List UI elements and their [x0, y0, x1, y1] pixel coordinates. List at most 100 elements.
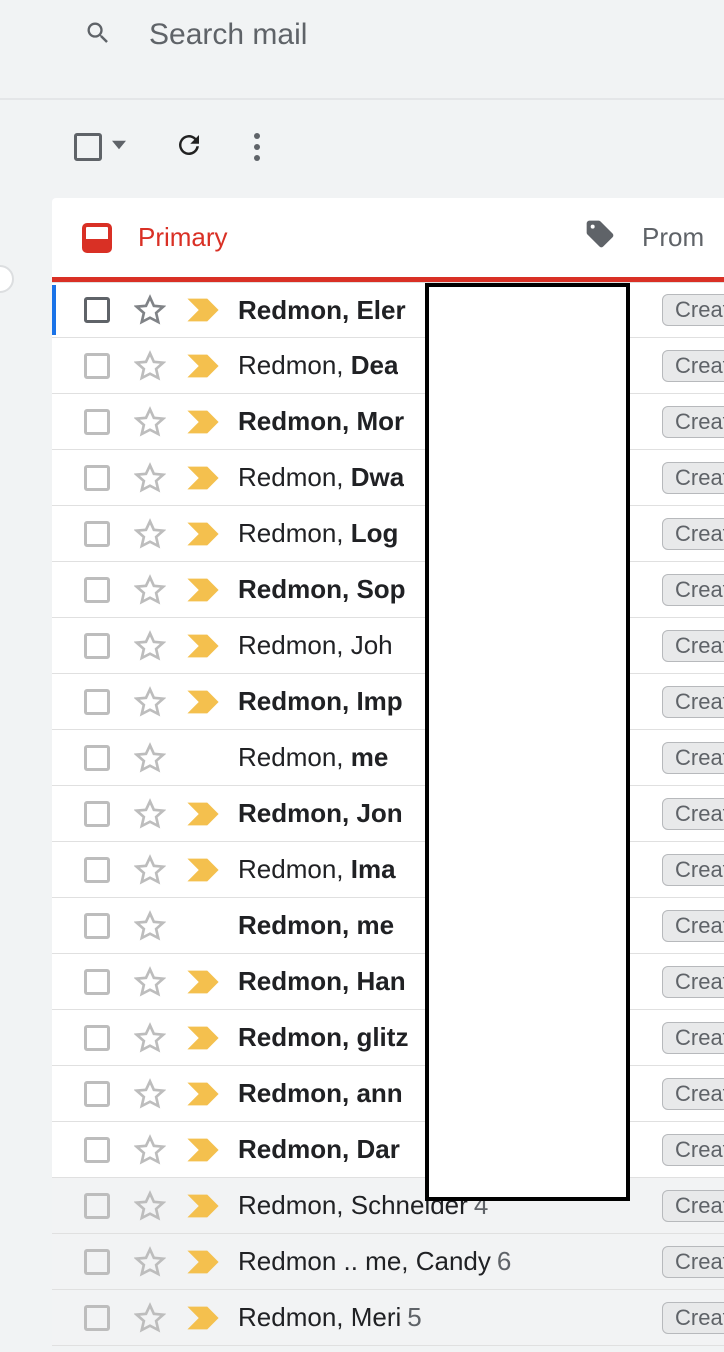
importance-marker-icon[interactable] — [186, 1249, 220, 1275]
category-tabs: Primary Prom — [52, 198, 724, 282]
importance-marker-icon[interactable] — [186, 1193, 220, 1219]
importance-marker-icon[interactable] — [186, 465, 220, 491]
search-input[interactable] — [147, 17, 627, 53]
divider — [0, 98, 724, 100]
row-checkbox[interactable] — [84, 297, 110, 323]
label-chip[interactable]: Creat — [662, 1134, 724, 1166]
star-icon[interactable] — [134, 350, 166, 382]
importance-marker-icon[interactable] — [186, 857, 220, 883]
star-icon[interactable] — [134, 574, 166, 606]
sender: Redmon, Log — [238, 518, 398, 549]
side-panel-toggle[interactable] — [0, 265, 14, 293]
importance-marker-icon[interactable] — [186, 969, 220, 995]
star-icon[interactable] — [134, 798, 166, 830]
sender: Redmon, glitz — [238, 1022, 408, 1053]
importance-marker-icon[interactable] — [186, 689, 220, 715]
email-row[interactable]: Redmon, Meri5Creat — [52, 1290, 724, 1346]
search-bar[interactable] — [52, 0, 724, 70]
label-chip[interactable]: Creat — [662, 350, 724, 382]
star-icon[interactable] — [134, 1022, 166, 1054]
importance-marker-icon[interactable] — [186, 633, 220, 659]
toolbar — [74, 118, 260, 176]
label-chip[interactable]: Creat — [662, 1022, 724, 1054]
star-icon[interactable] — [134, 966, 166, 998]
label-chip[interactable]: Creat — [662, 742, 724, 774]
row-checkbox[interactable] — [84, 1193, 110, 1219]
star-icon[interactable] — [134, 910, 166, 942]
row-checkbox[interactable] — [84, 633, 110, 659]
row-checkbox[interactable] — [84, 577, 110, 603]
label-chip[interactable]: Creat — [662, 630, 724, 662]
star-icon[interactable] — [134, 406, 166, 438]
row-checkbox[interactable] — [84, 465, 110, 491]
row-checkbox[interactable] — [84, 857, 110, 883]
importance-marker-icon[interactable] — [186, 1081, 220, 1107]
label-chip[interactable]: Creat — [662, 854, 724, 886]
star-icon[interactable] — [134, 1302, 166, 1334]
row-checkbox[interactable] — [84, 1025, 110, 1051]
star-icon[interactable] — [134, 742, 166, 774]
row-checkbox[interactable] — [84, 913, 110, 939]
more-options-button[interactable] — [254, 133, 260, 161]
tag-icon — [584, 218, 616, 257]
sender: Redmon, Han — [238, 966, 406, 997]
label-chip[interactable]: Creat — [662, 1302, 724, 1334]
star-icon[interactable] — [134, 518, 166, 550]
label-chip[interactable]: Creat — [662, 1246, 724, 1278]
label-chip[interactable]: Creat — [662, 294, 724, 326]
sender: Redmon, Eler — [238, 295, 406, 326]
importance-marker-icon[interactable] — [186, 297, 220, 323]
tab-promotions[interactable]: Prom — [584, 198, 704, 277]
importance-marker-icon[interactable] — [186, 913, 220, 939]
row-checkbox[interactable] — [84, 1249, 110, 1275]
importance-marker-icon[interactable] — [186, 801, 220, 827]
star-icon[interactable] — [134, 1190, 166, 1222]
sender: Redmon, Sop — [238, 574, 406, 605]
label-chip[interactable]: Creat — [662, 1190, 724, 1222]
sender: Redmon, ann — [238, 1078, 403, 1109]
label-chip[interactable]: Creat — [662, 462, 724, 494]
row-checkbox[interactable] — [84, 521, 110, 547]
label-chip[interactable]: Creat — [662, 686, 724, 718]
star-icon[interactable] — [134, 854, 166, 886]
label-chip[interactable]: Creat — [662, 966, 724, 998]
star-icon[interactable] — [134, 462, 166, 494]
refresh-button[interactable] — [174, 130, 204, 165]
label-chip[interactable]: Creat — [662, 574, 724, 606]
importance-marker-icon[interactable] — [186, 1305, 220, 1331]
importance-marker-icon[interactable] — [186, 521, 220, 547]
sender: Redmon, Mor — [238, 406, 404, 437]
label-chip[interactable]: Creat — [662, 518, 724, 550]
label-chip[interactable]: Creat — [662, 798, 724, 830]
row-checkbox[interactable] — [84, 1081, 110, 1107]
importance-marker-icon[interactable] — [186, 353, 220, 379]
star-icon[interactable] — [134, 630, 166, 662]
label-chip[interactable]: Creat — [662, 910, 724, 942]
star-icon[interactable] — [134, 1134, 166, 1166]
occluding-overlay — [425, 283, 630, 1201]
row-checkbox[interactable] — [84, 801, 110, 827]
row-checkbox[interactable] — [84, 409, 110, 435]
row-checkbox[interactable] — [84, 1137, 110, 1163]
email-row[interactable]: Redmon .. me, Candy6Creat — [52, 1234, 724, 1290]
label-chip[interactable]: Creat — [662, 1078, 724, 1110]
importance-marker-icon[interactable] — [186, 1025, 220, 1051]
star-icon[interactable] — [134, 686, 166, 718]
importance-marker-icon[interactable] — [186, 577, 220, 603]
label-chip[interactable]: Creat — [662, 406, 724, 438]
star-icon[interactable] — [134, 294, 166, 326]
select-all-checkbox[interactable] — [74, 133, 102, 161]
select-dropdown-caret[interactable] — [112, 138, 126, 157]
row-checkbox[interactable] — [84, 745, 110, 771]
star-icon[interactable] — [134, 1246, 166, 1278]
row-checkbox[interactable] — [84, 969, 110, 995]
importance-marker-icon[interactable] — [186, 745, 220, 771]
sender: Redmon, Dea — [238, 350, 398, 381]
star-icon[interactable] — [134, 1078, 166, 1110]
row-checkbox[interactable] — [84, 353, 110, 379]
row-checkbox[interactable] — [84, 1305, 110, 1331]
row-checkbox[interactable] — [84, 689, 110, 715]
tab-primary[interactable]: Primary — [82, 222, 228, 253]
importance-marker-icon[interactable] — [186, 409, 220, 435]
importance-marker-icon[interactable] — [186, 1137, 220, 1163]
